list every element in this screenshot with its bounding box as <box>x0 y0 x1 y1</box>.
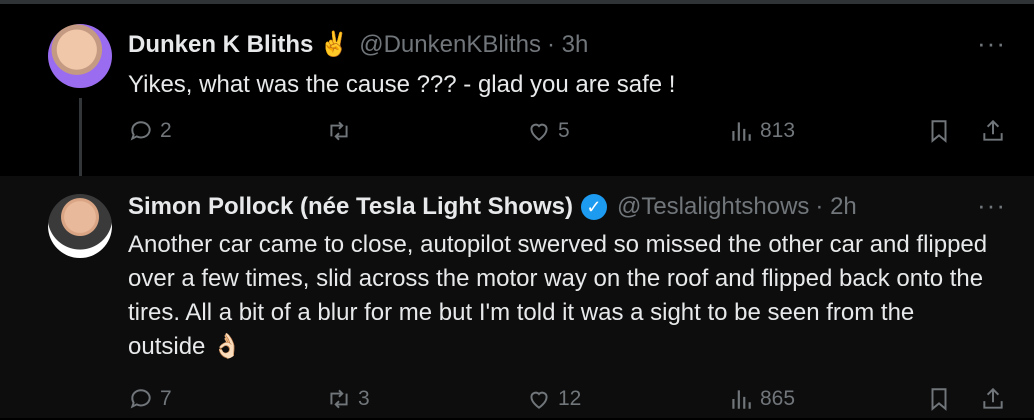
action-bar: 2 5 813 <box>128 118 1008 152</box>
views-icon <box>732 390 751 409</box>
more-icon[interactable]: ··· <box>977 190 1006 221</box>
timestamp[interactable]: · 3h <box>547 31 588 59</box>
retweet-icon <box>330 121 348 141</box>
tweet[interactable]: Simon Pollock (née Tesla Light Shows) ✓ … <box>0 176 1034 418</box>
views-count: 865 <box>760 387 796 410</box>
verified-badge-icon: ✓ <box>580 194 607 220</box>
more-icon[interactable]: ··· <box>977 28 1006 59</box>
author-name[interactable]: Dunken K Bliths <box>128 31 313 59</box>
share-icon <box>983 119 1003 141</box>
author-name[interactable]: Simon Pollock (née Tesla Light Shows) <box>128 193 573 221</box>
avatar[interactable] <box>48 194 112 258</box>
author-handle[interactable]: @Teslalightshows <box>617 193 809 221</box>
reply-count: 2 <box>160 119 172 142</box>
retweet-button[interactable] <box>326 118 358 144</box>
retweet-icon <box>330 389 348 409</box>
bookmark-button[interactable] <box>926 118 952 144</box>
action-bar: 7 3 12 865 <box>128 386 1008 420</box>
retweet-button[interactable]: 3 <box>326 386 370 412</box>
share-button[interactable] <box>980 118 1006 144</box>
like-button[interactable]: 5 <box>526 118 570 144</box>
like-count: 12 <box>558 387 582 410</box>
share-icon <box>983 387 1003 409</box>
name-emoji: ✌️ <box>319 31 350 58</box>
reply-button[interactable]: 2 <box>128 118 172 144</box>
reply-count: 7 <box>160 387 172 410</box>
author-handle[interactable]: @DunkenKBliths <box>359 31 541 59</box>
tweet[interactable]: Dunken K Bliths ✌️ @DunkenKBliths · 3h ·… <box>0 4 1034 194</box>
views-count: 813 <box>760 119 796 142</box>
like-button[interactable]: 12 <box>526 386 581 412</box>
tweet-header: Simon Pollock (née Tesla Light Shows) ✓ … <box>128 193 857 221</box>
reply-icon <box>130 389 151 409</box>
bookmark-button[interactable] <box>926 386 952 412</box>
like-count: 5 <box>558 119 570 142</box>
bookmark-icon <box>931 120 947 143</box>
tweet-text: Yikes, what was the cause ??? - glad you… <box>128 71 676 98</box>
timestamp[interactable]: · 2h <box>815 193 856 221</box>
retweet-count: 3 <box>358 387 370 410</box>
views-icon <box>732 122 751 141</box>
tweet-header: Dunken K Bliths ✌️ @DunkenKBliths · 3h <box>128 30 588 59</box>
reply-button[interactable]: 7 <box>128 386 172 412</box>
views-button[interactable]: 865 <box>728 386 795 412</box>
tweet-text: Another car came to close, autopilot swe… <box>128 231 988 360</box>
like-icon <box>530 123 548 141</box>
share-button[interactable] <box>980 386 1006 412</box>
reply-icon <box>130 121 151 141</box>
bookmark-icon <box>931 388 947 411</box>
avatar[interactable] <box>48 24 112 88</box>
views-button[interactable]: 813 <box>728 118 795 144</box>
like-icon <box>530 391 548 409</box>
